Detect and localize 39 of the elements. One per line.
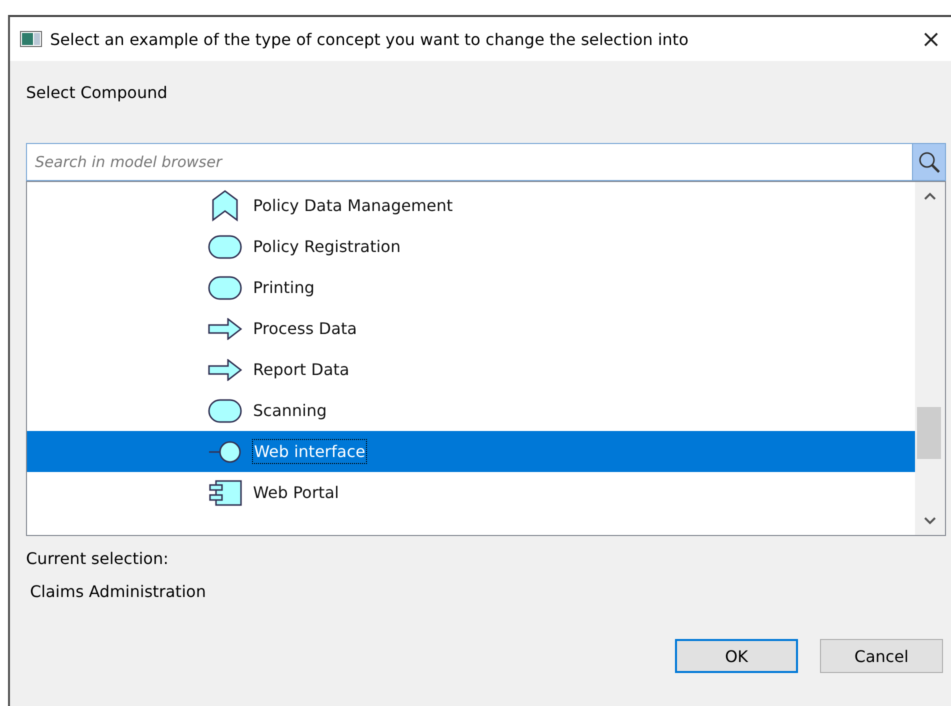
window-title: Select an example of the type of concept you want to change the selection into xyxy=(50,30,690,48)
tree-item[interactable]: Web interface xyxy=(27,431,915,472)
window-icon xyxy=(20,31,42,47)
tree-item[interactable]: Web Portal xyxy=(27,472,915,513)
tree-item[interactable]: Policy Data Management xyxy=(27,185,915,226)
chevron-shape-icon xyxy=(210,190,240,222)
current-selection-value: Claims Administration xyxy=(30,582,207,601)
tree-item[interactable]: Policy Registration xyxy=(27,226,915,267)
search-field[interactable]: Search in model browser xyxy=(26,143,912,181)
search-button[interactable] xyxy=(912,143,946,181)
scroll-thumb[interactable] xyxy=(917,407,941,459)
dialog-button[interactable]: OK xyxy=(675,639,798,673)
item-label: Policy Registration xyxy=(253,237,401,256)
item-label: Printing xyxy=(253,278,315,297)
close-button[interactable]: × xyxy=(911,25,951,53)
item-label: Web interface xyxy=(253,440,366,463)
scrollbar[interactable] xyxy=(915,182,945,535)
rounded-rectangle-icon xyxy=(208,398,242,422)
item-label: Report Data xyxy=(253,360,350,379)
rounded-rectangle-icon xyxy=(208,234,242,258)
item-label: Scanning xyxy=(253,401,327,420)
tree-item[interactable]: Process Data xyxy=(27,308,915,349)
item-label: Policy Data Management xyxy=(253,196,453,215)
tree-item[interactable]: Printing xyxy=(27,267,915,308)
tree-item[interactable]: Report Data xyxy=(27,349,915,390)
dialog-button[interactable]: Cancel xyxy=(820,639,943,673)
component-icon xyxy=(208,480,242,506)
arrow-icon xyxy=(208,358,242,380)
rounded-rectangle-icon xyxy=(208,276,242,300)
item-label: Web Portal xyxy=(253,483,339,502)
current-selection-label: Current selection: xyxy=(26,549,170,568)
scroll-down-icon[interactable] xyxy=(924,517,936,525)
lollipop-icon xyxy=(208,440,242,464)
scroll-up-icon[interactable] xyxy=(924,192,936,200)
item-label: Process Data xyxy=(253,319,357,338)
arrow-icon xyxy=(208,318,242,340)
search-icon xyxy=(917,150,941,174)
section-heading: Select Compound xyxy=(26,83,168,104)
tree-item[interactable]: Scanning xyxy=(27,390,915,431)
